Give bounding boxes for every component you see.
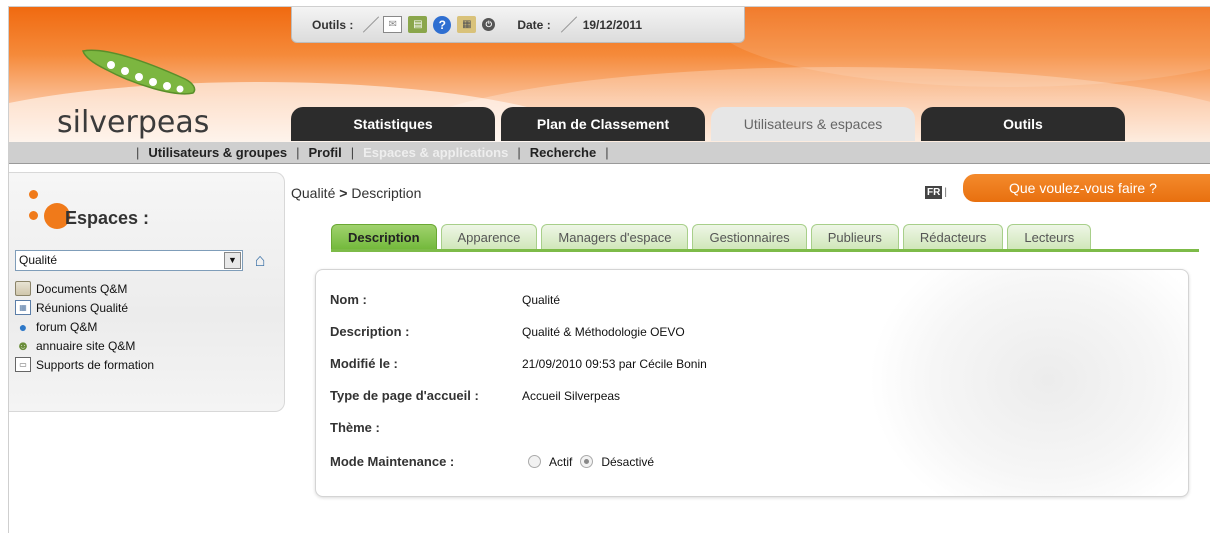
description-value: Qualité & Méthodologie OEVO [522, 324, 685, 339]
row-modified: Modifié le : 21/09/2010 09:53 par Cécile… [330, 356, 707, 371]
breadcrumb-page: Description [351, 185, 422, 201]
tab-gestionnaires[interactable]: Gestionnaires [692, 224, 807, 250]
home-icon[interactable]: ⌂ [249, 249, 271, 271]
row-nom: Nom : Qualité [330, 292, 560, 307]
nom-label: Nom : [330, 292, 367, 307]
list-item[interactable]: ● forum Q&M [15, 317, 154, 336]
list-item[interactable]: ▭ Supports de formation [15, 355, 154, 374]
subnav-profil[interactable]: Profil [308, 145, 341, 160]
forum-icon: ● [18, 318, 28, 335]
homepage-label: Type de page d'accueil : [330, 388, 479, 403]
date-label: Date : [517, 17, 551, 32]
tab-outils[interactable]: Outils [921, 107, 1125, 141]
header-banner: silverpeas Outils : ✉ ▤ ? ▦ ⏻ Date : 19/… [9, 7, 1210, 143]
row-maintenance: Mode Maintenance : Actif Désactivé [330, 454, 662, 469]
space-select-value: Qualité [19, 253, 58, 267]
tab-description[interactable]: Description [331, 224, 437, 250]
maintenance-radio-group: Actif Désactivé [528, 455, 662, 469]
tab-statistiques[interactable]: Statistiques [291, 107, 495, 141]
row-description: Description : Qualité & Méthodologie OEV… [330, 324, 685, 339]
logo-text[interactable]: silverpeas [57, 105, 209, 140]
description-label: Description : [330, 324, 410, 339]
theme-label: Thème : [330, 420, 380, 435]
spaces-title: Espaces : [65, 208, 150, 228]
chevron-down-icon[interactable]: ▼ [224, 252, 241, 269]
space-select[interactable]: Qualité ▼ [15, 250, 243, 271]
tab-utilisateurs-espaces[interactable]: Utilisateurs & espaces [711, 107, 915, 141]
tab-plan-de-classement[interactable]: Plan de Classement [501, 107, 705, 141]
content-tabs: Description Apparence Managers d'espace … [331, 222, 1095, 250]
date-value: 19/12/2011 [582, 17, 643, 32]
subnav-recherche[interactable]: Recherche [530, 145, 596, 160]
what-to-do-button[interactable]: Que voulez-vous faire ? [963, 174, 1210, 202]
tab-lecteurs[interactable]: Lecteurs [1007, 224, 1092, 250]
list-item[interactable]: ☻ annuaire site Q&M [15, 336, 154, 355]
subnav-utilisateurs-groupes[interactable]: Utilisateurs & groupes [148, 145, 287, 160]
list-item[interactable]: ▦ Réunions Qualité [15, 298, 154, 317]
directory-icon: ☻ [16, 338, 30, 353]
nom-value: Qualité [522, 292, 561, 307]
radio-actif-label: Actif [549, 454, 573, 469]
tab-managers[interactable]: Managers d'espace [541, 224, 689, 250]
tab-redacteurs[interactable]: Rédacteurs [902, 224, 1004, 250]
tools-label: Outils : [312, 17, 354, 32]
page-frame: silverpeas Outils : ✉ ▤ ? ▦ ⏻ Date : 19/… [8, 6, 1210, 533]
breadcrumb-separator: > [335, 185, 352, 201]
details-panel: Nom : Qualité Description : Qualité & Mé… [315, 269, 1189, 497]
row-theme: Thème : [330, 420, 522, 435]
power-icon[interactable]: ⏻ [482, 18, 496, 31]
application-list: Documents Q&M ▦ Réunions Qualité ● forum… [15, 279, 154, 374]
homepage-value: Accueil Silverpeas [522, 388, 621, 403]
radio-actif[interactable] [528, 455, 541, 468]
list-item[interactable]: Documents Q&M [15, 279, 154, 298]
modified-value: 21/09/2010 09:53 par Cécile Bonin [522, 356, 707, 371]
mail-icon[interactable]: ✉ [383, 16, 403, 33]
clipboard-icon[interactable]: ▦ [457, 16, 477, 33]
modified-label: Modifié le : [330, 356, 398, 371]
news-icon[interactable]: ▤ [408, 16, 428, 33]
help-icon[interactable]: ? [433, 15, 452, 34]
sub-navigation: | Utilisateurs & groupes | Profil | Espa… [9, 142, 1210, 164]
toolbar: Outils : ✉ ▤ ? ▦ ⏻ Date : 19/12/2011 [291, 7, 745, 43]
subnav-espaces-applications: Espaces & applications [363, 145, 509, 160]
pea-pod-logo-icon [82, 49, 196, 95]
breadcrumb: Qualité > Description [291, 185, 421, 201]
language-selector[interactable]: FR | [925, 186, 947, 199]
flag-fr-icon[interactable]: FR [925, 186, 943, 199]
maintenance-label: Mode Maintenance : [330, 454, 455, 469]
radio-desactive[interactable] [580, 455, 594, 468]
breadcrumb-space[interactable]: Qualité [291, 185, 335, 201]
spaces-panel: Espaces : Qualité ▼ ⌂ Documents Q&M ▦ Ré… [9, 172, 285, 412]
documents-icon: ▭ [15, 357, 31, 372]
row-homepage: Type de page d'accueil : Accueil Silverp… [330, 388, 620, 403]
calendar-icon: ▦ [15, 300, 31, 315]
tab-publieurs[interactable]: Publieurs [810, 224, 899, 250]
folder-icon [15, 281, 31, 296]
main-tabs: Statistiques Plan de Classement Utilisat… [291, 105, 1131, 141]
tabs-underline [331, 249, 1199, 252]
tab-apparence[interactable]: Apparence [440, 224, 538, 250]
radio-desactive-label: Désactivé [601, 454, 655, 469]
